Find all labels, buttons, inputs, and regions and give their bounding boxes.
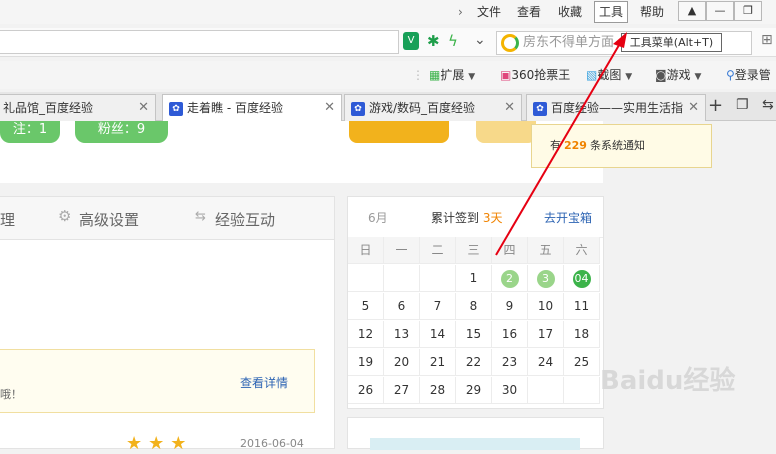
arrow-head-icon — [613, 32, 627, 48]
watermark-text: Baidu经验 — [600, 366, 736, 396]
arrow-line — [495, 39, 623, 256]
baidu-watermark-logo: Baidu经验 — [600, 360, 735, 397]
